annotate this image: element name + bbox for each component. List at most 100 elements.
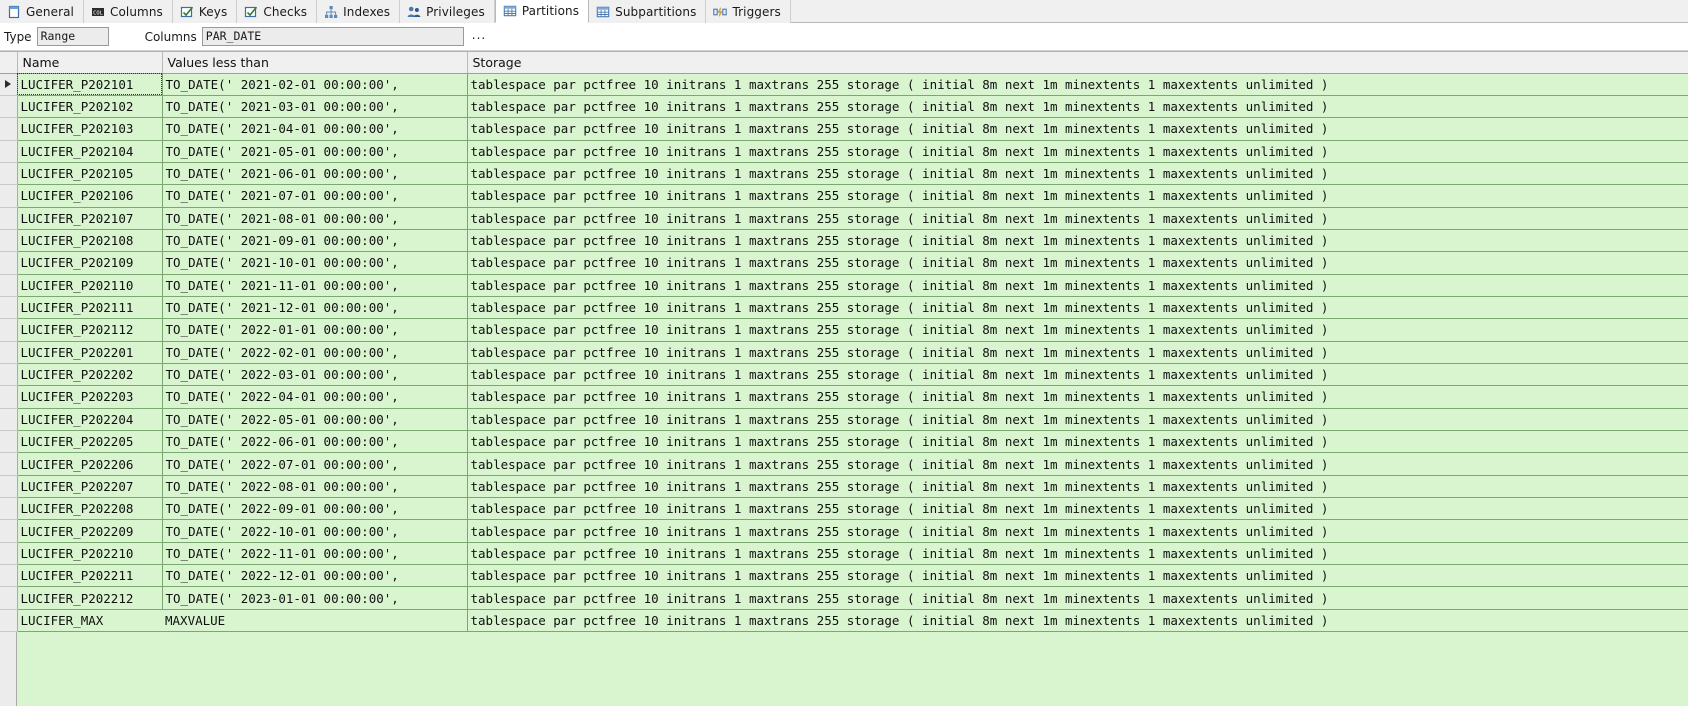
- cell-storage[interactable]: tablespace par pctfree 10 initrans 1 max…: [467, 408, 1688, 432]
- column-header-storage[interactable]: Storage: [467, 52, 1688, 74]
- cell-values-less-than[interactable]: TO_DATE(' 2021-09-01 00:00:00',: [162, 229, 468, 253]
- cell-storage[interactable]: tablespace par pctfree 10 initrans 1 max…: [467, 207, 1688, 230]
- cell-name[interactable]: LUCIFER_P202110: [17, 274, 163, 297]
- cell-name[interactable]: LUCIFER_P202208: [17, 497, 163, 521]
- row-selector[interactable]: [0, 586, 18, 610]
- cell-name[interactable]: LUCIFER_P202204: [17, 408, 163, 432]
- row-selector[interactable]: [0, 452, 18, 476]
- cell-values-less-than[interactable]: TO_DATE(' 2021-06-01 00:00:00',: [162, 162, 468, 186]
- row-selector[interactable]: [0, 229, 18, 253]
- cell-storage[interactable]: tablespace par pctfree 10 initrans 1 max…: [467, 452, 1688, 476]
- row-selector[interactable]: [0, 207, 18, 230]
- tab-columns[interactable]: COL Columns: [84, 0, 173, 23]
- table-row[interactable]: LUCIFER_P202204 TO_DATE(' 2022-05-01 00:0…: [0, 408, 1688, 432]
- cell-values-less-than[interactable]: TO_DATE(' 2022-02-01 00:00:00',: [162, 341, 468, 364]
- table-row[interactable]: LUCIFER_P202111 TO_DATE(' 2021-12-01 00:0…: [0, 296, 1688, 320]
- row-selector[interactable]: [0, 73, 18, 96]
- cell-storage[interactable]: tablespace par pctfree 10 initrans 1 max…: [467, 162, 1688, 186]
- cell-storage[interactable]: tablespace par pctfree 10 initrans 1 max…: [467, 341, 1688, 364]
- cell-name[interactable]: LUCIFER_P202211: [17, 564, 163, 588]
- cell-storage[interactable]: tablespace par pctfree 10 initrans 1 max…: [467, 274, 1688, 297]
- table-row[interactable]: LUCIFER_P202112 TO_DATE(' 2022-01-01 00:0…: [0, 318, 1688, 342]
- tab-triggers[interactable]: Triggers: [706, 0, 791, 23]
- tab-general[interactable]: General: [0, 0, 84, 23]
- table-row[interactable]: LUCIFER_P202109 TO_DATE(' 2021-10-01 00:0…: [0, 251, 1688, 275]
- table-row[interactable]: LUCIFER_P202104 TO_DATE(' 2021-05-01 00:0…: [0, 140, 1688, 163]
- cell-storage[interactable]: tablespace par pctfree 10 initrans 1 max…: [467, 95, 1688, 119]
- table-row[interactable]: LUCIFER_P202110 TO_DATE(' 2021-11-01 00:0…: [0, 274, 1688, 297]
- row-selector[interactable]: [0, 385, 18, 409]
- row-selector[interactable]: [0, 475, 18, 499]
- table-row[interactable]: LUCIFER_P202203 TO_DATE(' 2022-04-01 00:0…: [0, 385, 1688, 409]
- table-row[interactable]: LUCIFER_P202212 TO_DATE(' 2023-01-01 00:0…: [0, 586, 1688, 610]
- cell-storage[interactable]: tablespace par pctfree 10 initrans 1 max…: [467, 251, 1688, 275]
- cell-storage[interactable]: tablespace par pctfree 10 initrans 1 max…: [467, 73, 1688, 96]
- tab-indexes[interactable]: Indexes: [317, 0, 401, 23]
- cell-storage[interactable]: tablespace par pctfree 10 initrans 1 max…: [467, 497, 1688, 521]
- cell-name[interactable]: LUCIFER_P202206: [17, 452, 163, 476]
- cell-values-less-than[interactable]: TO_DATE(' 2021-04-01 00:00:00',: [162, 117, 468, 141]
- row-selector[interactable]: [0, 296, 18, 320]
- table-row[interactable]: LUCIFER_P202202 TO_DATE(' 2022-03-01 00:0…: [0, 363, 1688, 387]
- cell-name[interactable]: LUCIFER_P202202: [17, 363, 163, 387]
- row-selector[interactable]: [0, 542, 18, 566]
- cell-name[interactable]: LUCIFER_P202112: [17, 318, 163, 342]
- cell-name[interactable]: LUCIFER_P202205: [17, 430, 163, 454]
- cell-values-less-than[interactable]: TO_DATE(' 2022-01-01 00:00:00',: [162, 318, 468, 342]
- cell-values-less-than[interactable]: TO_DATE(' 2022-08-01 00:00:00',: [162, 475, 468, 499]
- cell-values-less-than[interactable]: TO_DATE(' 2022-12-01 00:00:00',: [162, 564, 468, 588]
- cell-name[interactable]: LUCIFER_P202108: [17, 229, 163, 253]
- row-selector[interactable]: [0, 564, 18, 588]
- row-selector[interactable]: [0, 497, 18, 521]
- cell-values-less-than[interactable]: TO_DATE(' 2022-07-01 00:00:00',: [162, 452, 468, 476]
- cell-values-less-than[interactable]: TO_DATE(' 2021-07-01 00:00:00',: [162, 184, 468, 208]
- cell-name[interactable]: LUCIFER_P202210: [17, 542, 163, 566]
- cell-name[interactable]: LUCIFER_P202106: [17, 184, 163, 208]
- cell-name[interactable]: LUCIFER_P202209: [17, 519, 163, 543]
- row-selector[interactable]: [0, 408, 18, 432]
- cell-storage[interactable]: tablespace par pctfree 10 initrans 1 max…: [467, 430, 1688, 454]
- cell-values-less-than[interactable]: TO_DATE(' 2022-04-01 00:00:00',: [162, 385, 468, 409]
- cell-values-less-than[interactable]: TO_DATE(' 2021-05-01 00:00:00',: [162, 140, 468, 163]
- cell-values-less-than[interactable]: TO_DATE(' 2021-08-01 00:00:00',: [162, 207, 468, 230]
- cell-storage[interactable]: tablespace par pctfree 10 initrans 1 max…: [467, 363, 1688, 387]
- row-selector[interactable]: [0, 95, 18, 119]
- cell-values-less-than[interactable]: TO_DATE(' 2021-12-01 00:00:00',: [162, 296, 468, 320]
- cell-name[interactable]: LUCIFER_P202105: [17, 162, 163, 186]
- table-row[interactable]: LUCIFER_P202102 TO_DATE(' 2021-03-01 00:0…: [0, 95, 1688, 119]
- cell-values-less-than[interactable]: TO_DATE(' 2022-10-01 00:00:00',: [162, 519, 468, 543]
- cell-name[interactable]: LUCIFER_P202107: [17, 207, 163, 230]
- table-row[interactable]: LUCIFER_P202101 TO_DATE(' 2021-02-01 00:0…: [0, 73, 1688, 96]
- cell-values-less-than[interactable]: TO_DATE(' 2021-02-01 00:00:00',: [162, 73, 468, 96]
- cell-storage[interactable]: tablespace par pctfree 10 initrans 1 max…: [467, 475, 1688, 499]
- cell-name[interactable]: LUCIFER_P202109: [17, 251, 163, 275]
- cell-name[interactable]: LUCIFER_P202103: [17, 117, 163, 141]
- cell-storage[interactable]: tablespace par pctfree 10 initrans 1 max…: [467, 542, 1688, 566]
- row-selector[interactable]: [0, 274, 18, 297]
- column-header-values-less-than[interactable]: Values less than: [162, 52, 468, 74]
- tab-checks[interactable]: Checks: [237, 0, 318, 23]
- cell-name[interactable]: LUCIFER_P202104: [17, 140, 163, 163]
- table-row[interactable]: LUCIFER_P202205 TO_DATE(' 2022-06-01 00:0…: [0, 430, 1688, 454]
- cell-storage[interactable]: tablespace par pctfree 10 initrans 1 max…: [467, 609, 1688, 633]
- cell-values-less-than[interactable]: TO_DATE(' 2021-11-01 00:00:00',: [162, 274, 468, 297]
- row-selector[interactable]: [0, 609, 18, 633]
- cell-name[interactable]: LUCIFER_P202212: [17, 586, 163, 610]
- row-selector[interactable]: [0, 519, 18, 543]
- cell-storage[interactable]: tablespace par pctfree 10 initrans 1 max…: [467, 117, 1688, 141]
- cell-values-less-than[interactable]: TO_DATE(' 2021-03-01 00:00:00',: [162, 95, 468, 119]
- cell-values-less-than[interactable]: TO_DATE(' 2022-06-01 00:00:00',: [162, 430, 468, 454]
- tab-keys[interactable]: Keys: [172, 0, 238, 23]
- cell-storage[interactable]: tablespace par pctfree 10 initrans 1 max…: [467, 586, 1688, 610]
- table-row[interactable]: LUCIFER_P202106 TO_DATE(' 2021-07-01 00:0…: [0, 184, 1688, 208]
- cell-name[interactable]: LUCIFER_P202201: [17, 341, 163, 364]
- table-row[interactable]: LUCIFER_P202107 TO_DATE(' 2021-08-01 00:0…: [0, 207, 1688, 230]
- cell-storage[interactable]: tablespace par pctfree 10 initrans 1 max…: [467, 385, 1688, 409]
- cell-values-less-than[interactable]: TO_DATE(' 2021-10-01 00:00:00',: [162, 251, 468, 275]
- table-row[interactable]: LUCIFER_P202210 TO_DATE(' 2022-11-01 00:0…: [0, 542, 1688, 566]
- table-row[interactable]: LUCIFER_P202103 TO_DATE(' 2021-04-01 00:0…: [0, 117, 1688, 141]
- cell-name[interactable]: LUCIFER_P202101: [17, 73, 163, 96]
- cell-name[interactable]: LUCIFER_P202203: [17, 385, 163, 409]
- columns-browse-button[interactable]: ...: [472, 29, 486, 44]
- cell-storage[interactable]: tablespace par pctfree 10 initrans 1 max…: [467, 140, 1688, 163]
